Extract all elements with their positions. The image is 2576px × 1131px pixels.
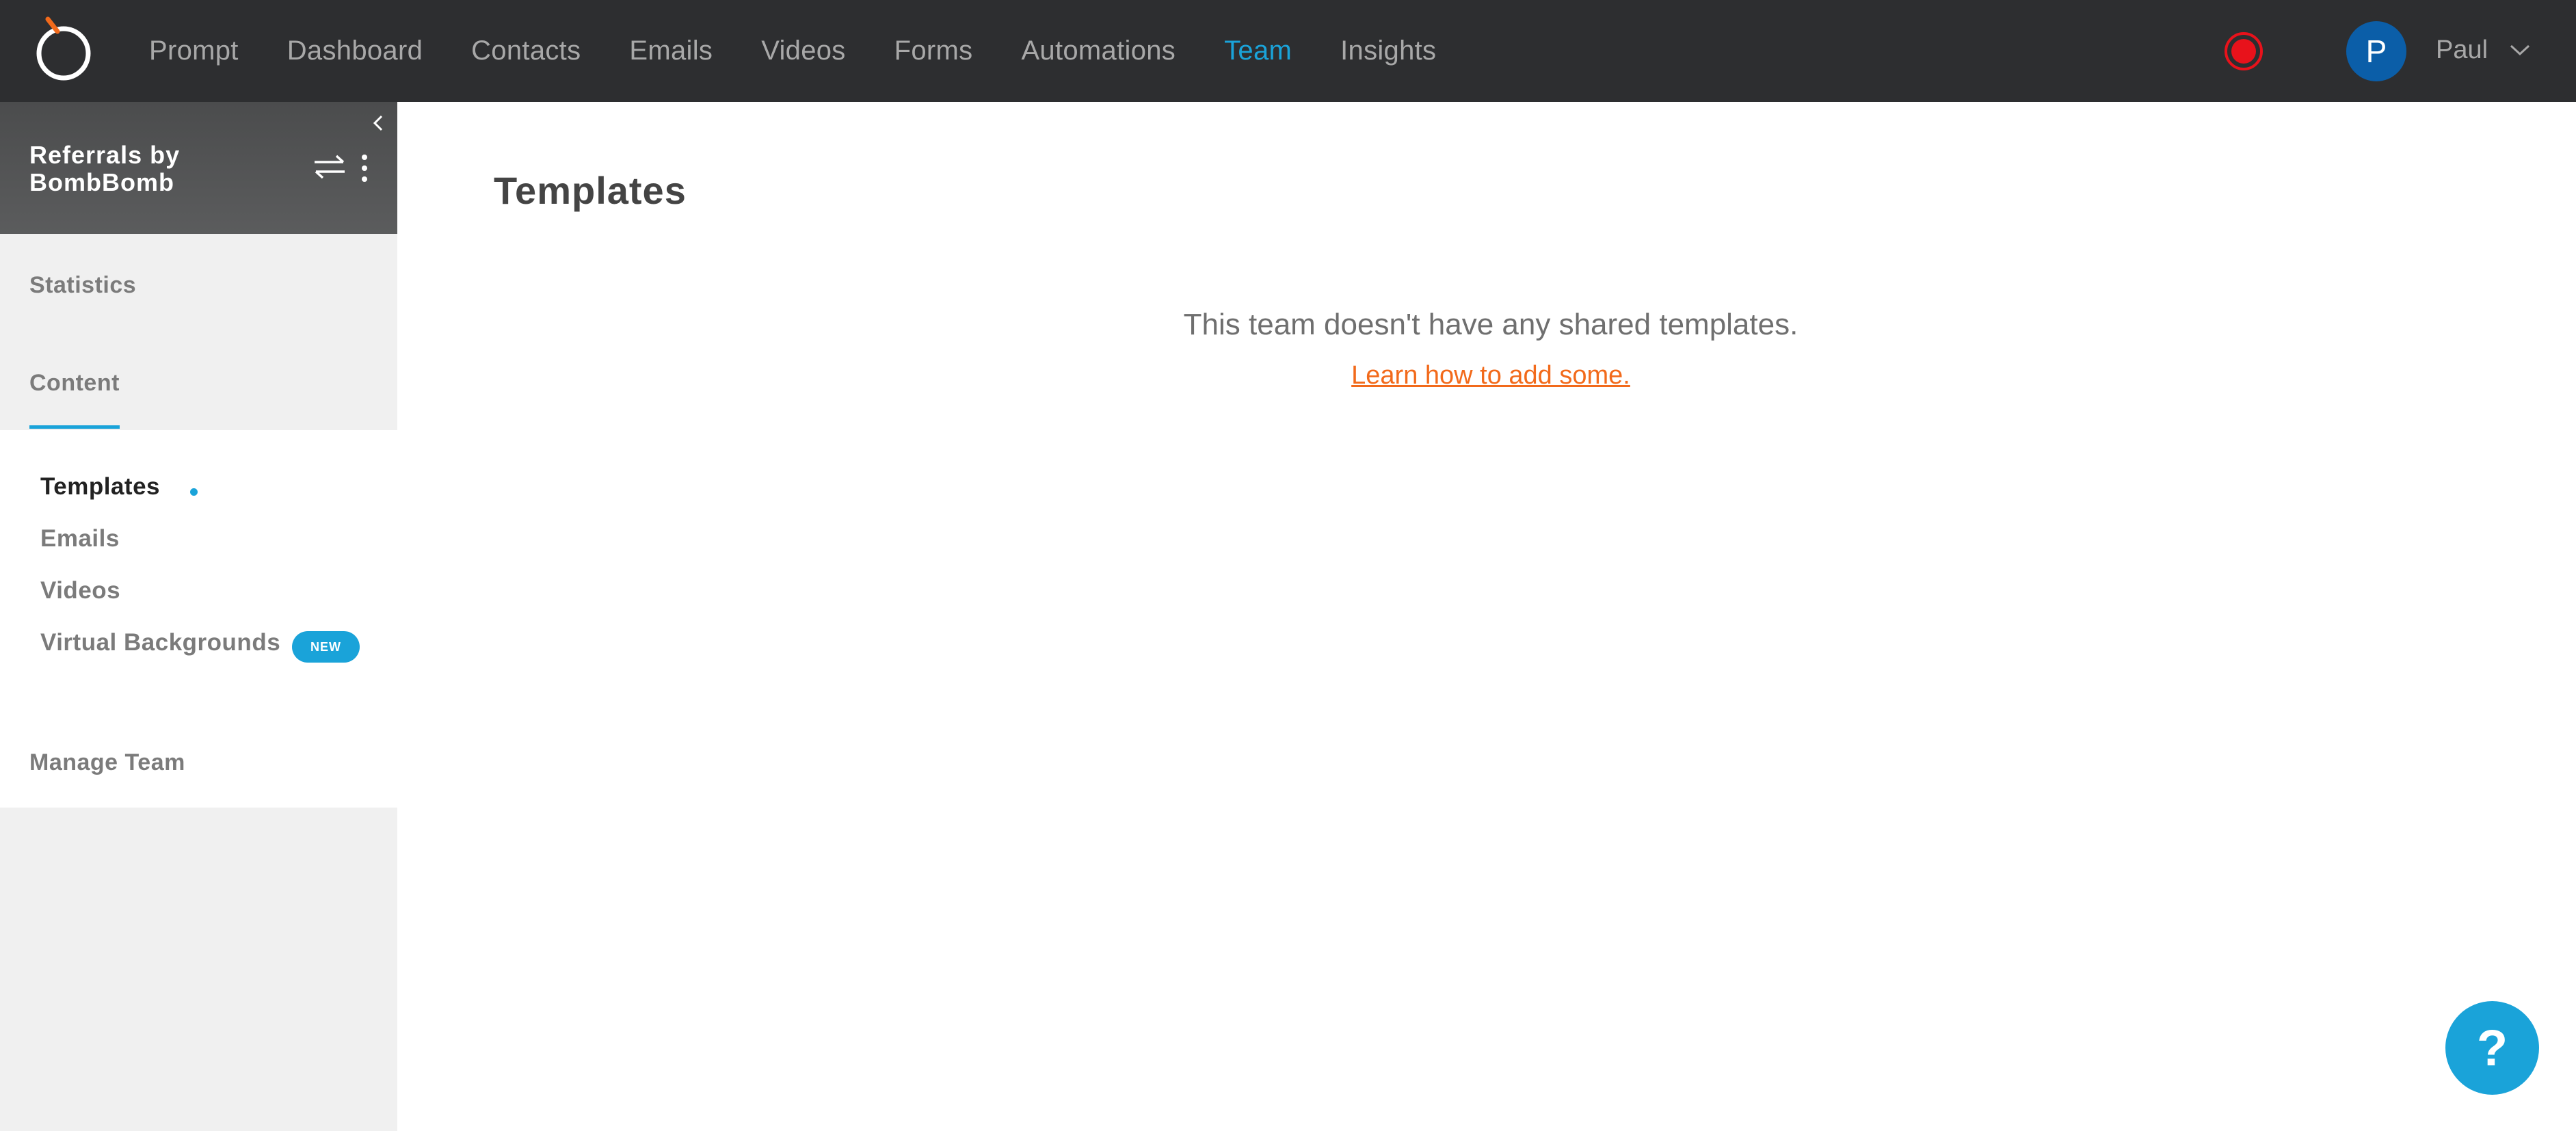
nav-prompt[interactable]: Prompt: [149, 36, 239, 66]
sidebar-item-manage-team[interactable]: Manage Team: [29, 749, 185, 776]
record-icon[interactable]: [2223, 31, 2264, 72]
sidebar: Referrals by BombBomb Statistics Content…: [0, 102, 397, 1131]
team-name: Referrals by BombBomb: [29, 141, 181, 196]
nav-contacts[interactable]: Contacts: [471, 36, 581, 66]
chevron-down-icon[interactable]: [2508, 40, 2532, 60]
submenu-item-templates[interactable]: Templates: [40, 473, 160, 501]
nav-automations[interactable]: Automations: [1021, 36, 1176, 66]
active-indicator-dot: [190, 488, 198, 496]
help-icon: ?: [2476, 1020, 2508, 1076]
bombbomb-logo-icon[interactable]: [33, 15, 94, 83]
submenu-item-virtual-backgrounds[interactable]: Virtual Backgrounds: [40, 629, 280, 656]
new-badge: NEW: [292, 631, 360, 663]
sidebar-item-content[interactable]: Content: [29, 370, 120, 397]
nav-videos[interactable]: Videos: [761, 36, 845, 66]
chevron-left-icon[interactable]: [371, 113, 386, 133]
nav-dashboard[interactable]: Dashboard: [287, 36, 423, 66]
team-header: Referrals by BombBomb: [0, 102, 397, 234]
top-navigation-bar: Prompt Dashboard Contacts Emails Videos …: [0, 0, 2576, 102]
content-active-underline: [29, 425, 120, 429]
submenu-item-emails[interactable]: Emails: [40, 525, 120, 553]
nav-forms[interactable]: Forms: [894, 36, 973, 66]
empty-state-message: This team doesn't have any shared templa…: [1183, 308, 1798, 341]
nav-insights[interactable]: Insights: [1340, 36, 1436, 66]
learn-how-link[interactable]: Learn how to add some.: [1080, 361, 1901, 390]
main-nav: Prompt Dashboard Contacts Emails Videos …: [149, 0, 1485, 102]
nav-emails[interactable]: Emails: [629, 36, 713, 66]
avatar[interactable]: P: [2346, 21, 2406, 81]
sidebar-item-statistics[interactable]: Statistics: [29, 272, 136, 299]
switch-arrows-icon[interactable]: [312, 152, 347, 181]
help-button[interactable]: ?: [2445, 1001, 2539, 1095]
page-title: Templates: [494, 169, 687, 212]
more-vertical-icon[interactable]: [358, 154, 371, 183]
submenu-item-videos[interactable]: Videos: [40, 577, 120, 604]
user-name[interactable]: Paul: [2436, 36, 2488, 65]
nav-team[interactable]: Team: [1224, 36, 1292, 66]
